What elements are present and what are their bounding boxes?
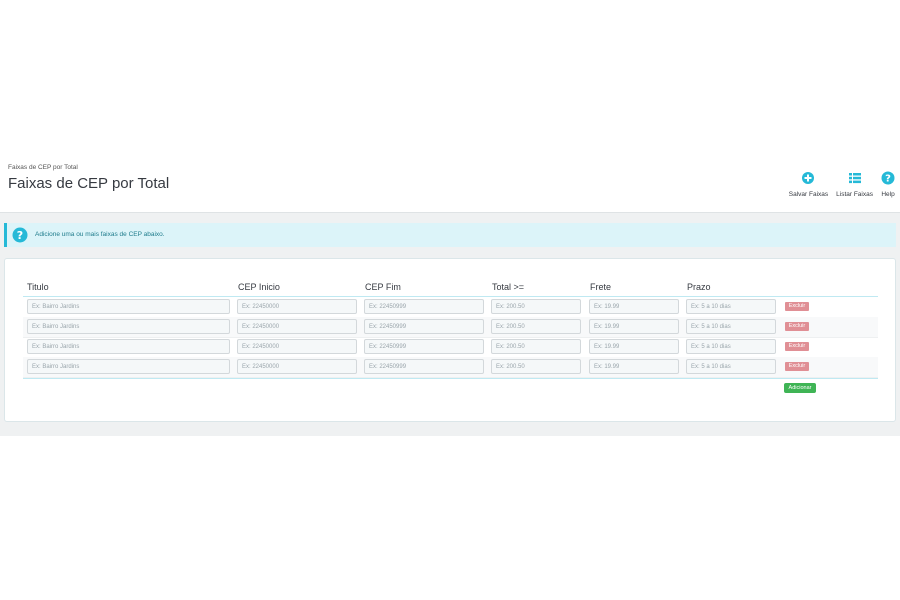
breadcrumb[interactable]: Faixas de CEP por Total	[8, 164, 78, 171]
help-icon: ?	[881, 171, 895, 185]
prazo-input[interactable]: Ex: 5 a 10 dias	[686, 359, 776, 374]
column-header-frete: Frete	[590, 282, 612, 292]
list-ranges-button[interactable]: Listar Faixas	[835, 171, 874, 198]
table-bottom-border	[23, 378, 878, 379]
svg-text:?: ?	[17, 229, 23, 242]
save-ranges-label: Salvar Faixas	[788, 191, 829, 198]
list-ranges-label: Listar Faixas	[836, 191, 873, 198]
cep-inicio-input[interactable]: Ex: 22450000	[237, 339, 357, 354]
column-header-cep-fim: CEP Fim	[365, 282, 401, 292]
table-row: Ex: Bairro Jardins Ex: 22450000 Ex: 2245…	[23, 317, 878, 338]
titulo-input[interactable]: Ex: Bairro Jardins	[27, 339, 230, 354]
total-input[interactable]: Ex: 200.50	[491, 299, 581, 314]
cep-fim-input[interactable]: Ex: 22450999	[364, 339, 484, 354]
info-alert: ? Adicione uma ou mais faixas de CEP aba…	[4, 223, 896, 247]
column-header-cep-inicio: CEP Inicio	[238, 282, 280, 292]
help-icon: ?	[12, 227, 28, 243]
cep-fim-input[interactable]: Ex: 22450999	[364, 319, 484, 334]
list-icon	[848, 173, 861, 184]
cep-inicio-input[interactable]: Ex: 22450000	[237, 299, 357, 314]
total-input[interactable]: Ex: 200.50	[491, 319, 581, 334]
titulo-input[interactable]: Ex: Bairro Jardins	[27, 319, 230, 334]
toolbar: Salvar Faixas Listar Faixas ? Help	[788, 171, 896, 198]
table-row: Ex: Bairro Jardins Ex: 22450000 Ex: 2245…	[23, 357, 878, 378]
column-header-titulo: Titulo	[27, 282, 49, 292]
column-header-prazo: Prazo	[687, 282, 711, 292]
svg-text:?: ?	[885, 174, 891, 185]
page-content: Faixas de CEP por Total Faixas de CEP po…	[0, 158, 900, 436]
table-row: Ex: Bairro Jardins Ex: 22450000 Ex: 2245…	[23, 297, 878, 318]
help-label: Help	[881, 191, 895, 198]
plus-circle-icon	[802, 172, 815, 184]
titulo-input[interactable]: Ex: Bairro Jardins	[27, 359, 230, 374]
cep-fim-input[interactable]: Ex: 22450999	[364, 359, 484, 374]
cep-fim-input[interactable]: Ex: 22450999	[364, 299, 484, 314]
delete-row-button[interactable]: Excluir	[785, 302, 809, 311]
save-ranges-button[interactable]: Salvar Faixas	[788, 171, 829, 198]
prazo-input[interactable]: Ex: 5 a 10 dias	[686, 339, 776, 354]
frete-input[interactable]: Ex: 19.99	[589, 319, 679, 334]
cep-inicio-input[interactable]: Ex: 22450000	[237, 359, 357, 374]
total-input[interactable]: Ex: 200.50	[491, 359, 581, 374]
frete-input[interactable]: Ex: 19.99	[589, 359, 679, 374]
delete-row-button[interactable]: Excluir	[785, 342, 809, 351]
cep-inicio-input[interactable]: Ex: 22450000	[237, 319, 357, 334]
delete-row-button[interactable]: Excluir	[785, 322, 809, 331]
ranges-panel: Titulo CEP Inicio CEP Fim Total >= Frete…	[4, 258, 896, 422]
alert-message: Adicione uma ou mais faixas de CEP abaix…	[35, 231, 165, 238]
frete-input[interactable]: Ex: 19.99	[589, 299, 679, 314]
delete-row-button[interactable]: Excluir	[785, 362, 809, 371]
frete-input[interactable]: Ex: 19.99	[589, 339, 679, 354]
titulo-input[interactable]: Ex: Bairro Jardins	[27, 299, 230, 314]
page-title: Faixas de CEP por Total	[8, 175, 170, 192]
table-row: Ex: Bairro Jardins Ex: 22450000 Ex: 2245…	[23, 337, 878, 358]
page-header: Faixas de CEP por Total Faixas de CEP po…	[0, 158, 900, 213]
column-header-total: Total >=	[492, 282, 525, 292]
prazo-input[interactable]: Ex: 5 a 10 dias	[686, 299, 776, 314]
help-button[interactable]: ? Help	[880, 171, 896, 198]
add-row-button[interactable]: Adicionar	[784, 383, 816, 393]
prazo-input[interactable]: Ex: 5 a 10 dias	[686, 319, 776, 334]
total-input[interactable]: Ex: 200.50	[491, 339, 581, 354]
